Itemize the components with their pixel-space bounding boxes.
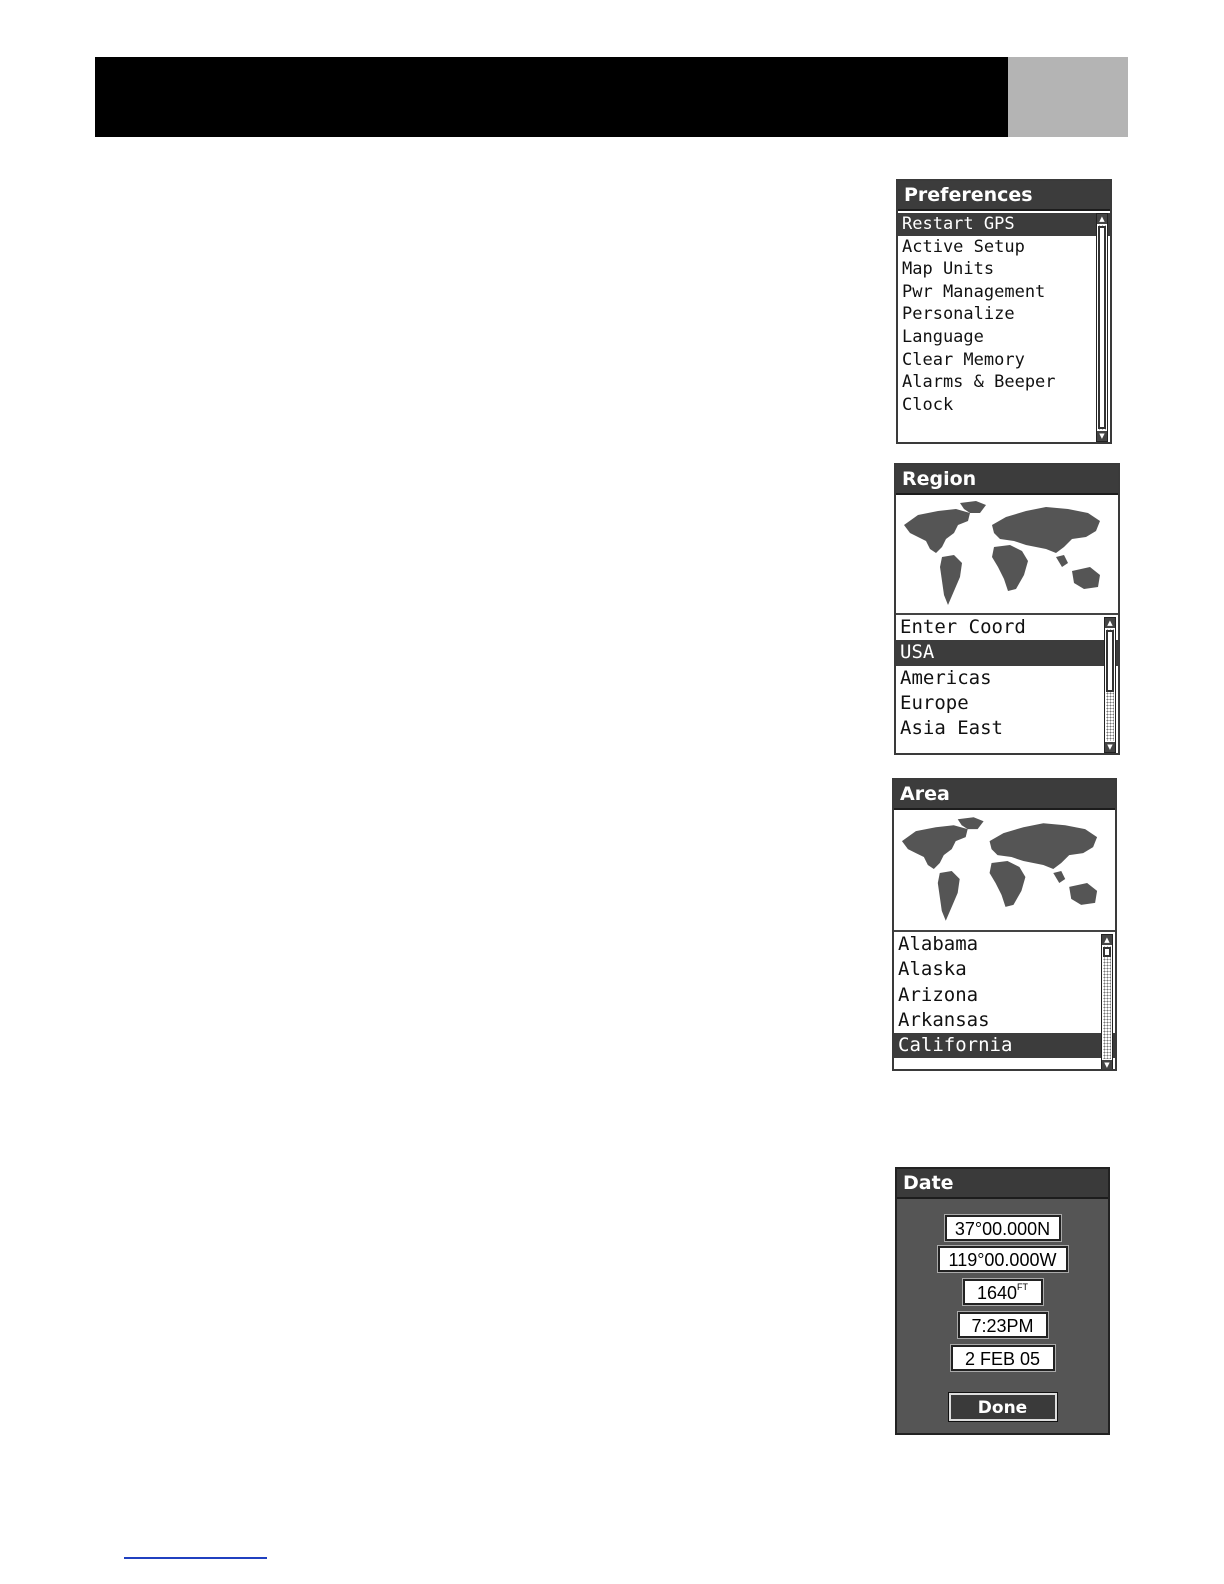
world-map-icon [904,501,1100,605]
scroll-up-icon[interactable]: ▲ [1097,214,1107,224]
preferences-screen: Preferences Restart GPS Active Setup Map U… [896,179,1112,444]
elevation-field[interactable]: 1640FT [962,1279,1043,1305]
page-header-bar [95,57,1008,137]
list-item[interactable]: Alabama [894,932,1115,957]
area-scrollbar[interactable]: ▲ ▼ [1101,934,1113,1069]
scroll-down-icon[interactable]: ▼ [1105,742,1115,752]
list-item[interactable]: Asia East [896,716,1118,741]
preferences-title: Preferences [898,181,1110,211]
elevation-value: 1640 [976,1283,1018,1303]
list-item[interactable]: Active Setup [898,236,1110,259]
area-screen: Area Alabama Alaska Arizona Arkansas Califor… [892,778,1117,1071]
list-item[interactable]: Pwr Management [898,281,1110,304]
list-item[interactable]: Language [898,326,1110,349]
scroll-up-icon[interactable]: ▲ [1105,618,1115,628]
region-scrollbar[interactable]: ▲ ▼ [1104,617,1116,753]
world-map [896,495,1118,615]
elevation-unit: FT [1017,1282,1029,1292]
latitude-field[interactable]: 37°00.000N [944,1215,1061,1241]
region-list: Enter Coord USA Americas Europe Asia East ▲ … [896,615,1118,753]
scroll-thumb[interactable] [1103,947,1111,957]
area-title: Area [894,780,1115,810]
list-item[interactable]: California [894,1033,1115,1059]
scroll-thumb[interactable] [1106,630,1114,692]
date-screen: Date 37°00.000N 119°00.000W 1640FT 7:23P… [895,1167,1110,1435]
longitude-field[interactable]: 119°00.000W [937,1246,1068,1272]
list-item[interactable]: Enter Coord [896,615,1118,640]
scroll-down-icon[interactable]: ▼ [1097,431,1107,441]
time-field[interactable]: 7:23PM [957,1312,1048,1338]
list-item[interactable]: Americas [896,666,1118,691]
list-item[interactable]: Arkansas [894,1008,1115,1033]
world-map-icon [901,817,1098,921]
list-item[interactable]: USA [896,640,1118,666]
scroll-down-icon[interactable]: ▼ [1102,1060,1112,1069]
world-map [894,810,1115,932]
list-item[interactable]: Europe [896,691,1118,716]
page-header-tab [1008,57,1128,137]
list-item[interactable]: Arizona [894,983,1115,1008]
scroll-up-icon[interactable]: ▲ [1102,935,1112,945]
done-button[interactable]: Done [948,1393,1057,1421]
list-item[interactable]: Map Units [898,258,1110,281]
list-item[interactable]: Restart GPS [898,213,1110,236]
date-title: Date [897,1169,1108,1199]
list-item[interactable]: Alaska [894,957,1115,982]
region-screen: Region Enter Coord USA Americas Europe Asia … [894,463,1120,755]
list-item[interactable]: Alarms & Beeper [898,371,1110,394]
list-item[interactable]: Personalize [898,303,1110,326]
region-title: Region [896,465,1118,495]
area-list: Alabama Alaska Arizona Arkansas California ▲… [894,932,1115,1069]
scroll-thumb[interactable] [1098,226,1106,429]
preferences-scrollbar[interactable]: ▲ ▼ [1096,213,1108,442]
preferences-list: Restart GPS Active Setup Map Units Pwr Mana… [898,211,1110,442]
footer-link-underline[interactable] [124,1557,267,1559]
date-field[interactable]: 2 FEB 05 [950,1345,1055,1371]
list-item[interactable]: Clock [898,394,1110,417]
list-item[interactable]: Clear Memory [898,349,1110,372]
scroll-track[interactable] [1103,946,1111,1059]
